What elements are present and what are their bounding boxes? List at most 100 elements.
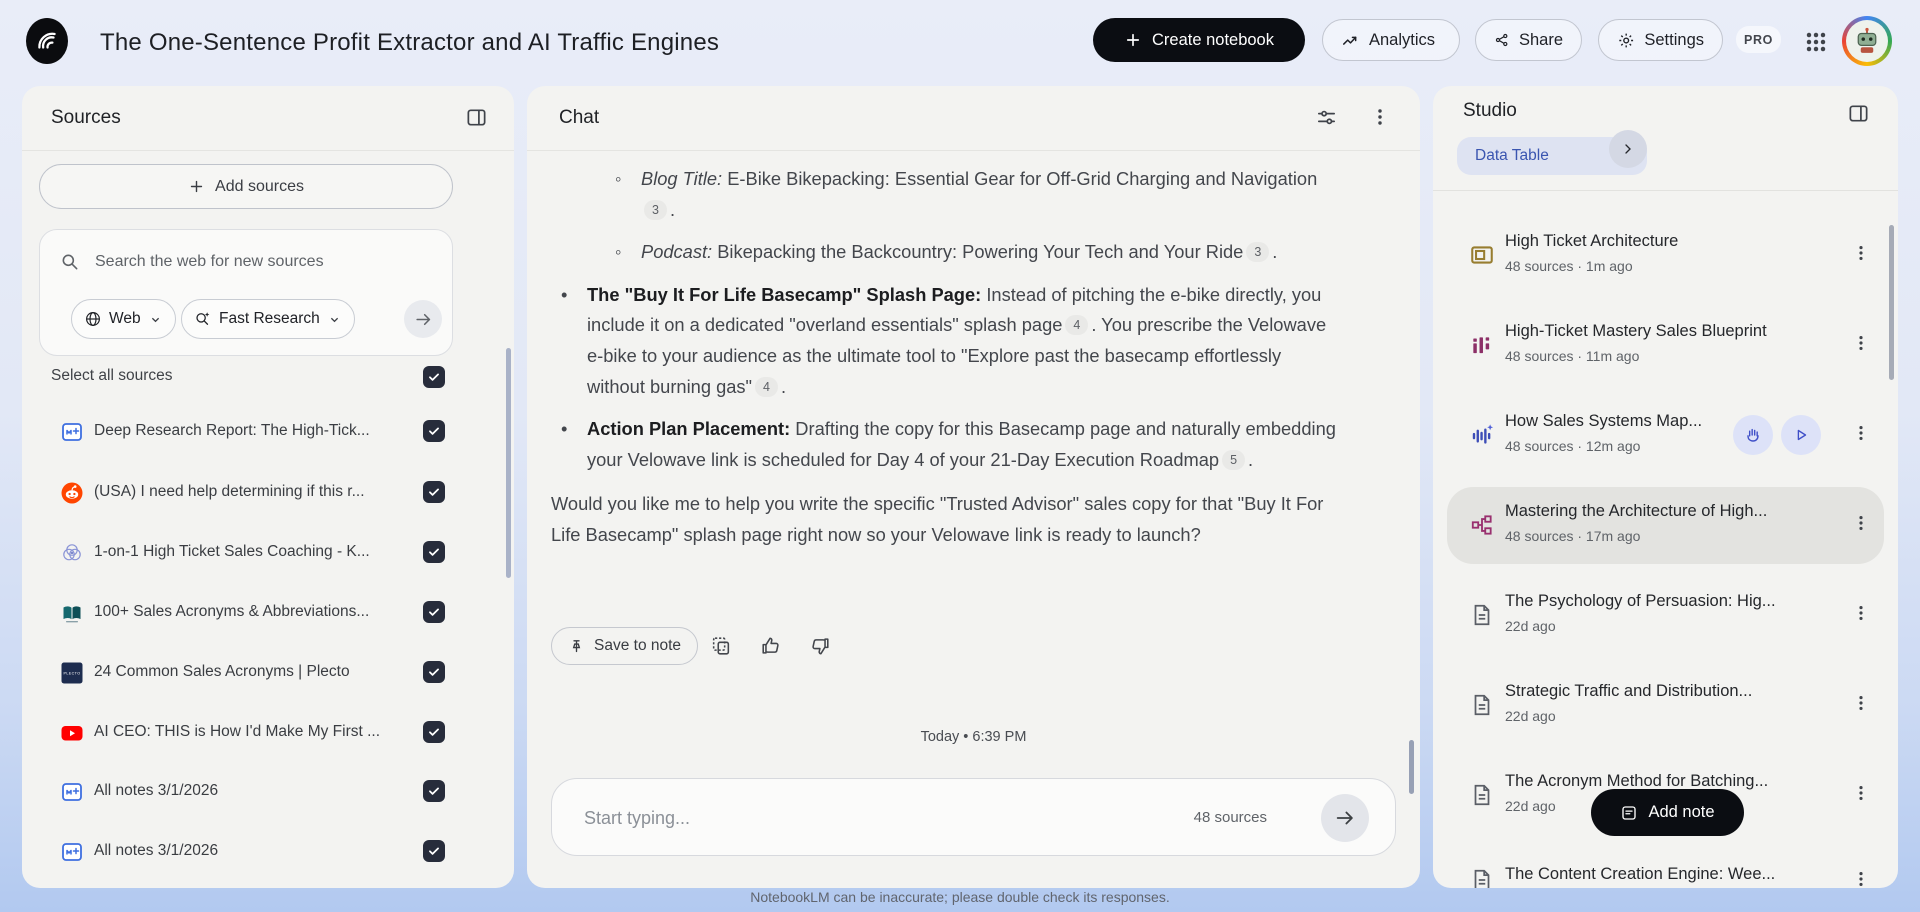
chat-bullet: • Action Plan Placement: Drafting the co… bbox=[561, 414, 1343, 475]
save-to-note-button[interactable]: Save to note bbox=[551, 627, 699, 665]
source-row[interactable]: Deep Research Report: The High-Tick... bbox=[22, 416, 514, 448]
source-checkbox[interactable] bbox=[423, 481, 445, 503]
source-row[interactable]: All notes 3/1/2026 bbox=[22, 836, 514, 868]
chat-bullet: • The "Buy It For Life Basecamp" Splash … bbox=[561, 280, 1343, 402]
send-button[interactable] bbox=[1321, 794, 1369, 842]
item-menu-icon[interactable] bbox=[1851, 693, 1871, 713]
bullet-tail: . bbox=[1248, 448, 1254, 470]
user-avatar[interactable] bbox=[1842, 16, 1892, 66]
chat-settings-icon[interactable] bbox=[1315, 106, 1338, 134]
chat-menu-icon[interactable] bbox=[1369, 106, 1391, 133]
add-note-button[interactable]: Add note bbox=[1591, 789, 1744, 836]
circle-bullet: ◦ bbox=[615, 168, 622, 189]
chat-sub-bullet: ◦ Podcast: Bikepacking the Backcountry: … bbox=[615, 237, 1343, 268]
chat-header: Chat bbox=[527, 86, 1420, 151]
source-row[interactable]: (USA) I need help determining if this r.… bbox=[22, 477, 514, 509]
citation-badge[interactable]: 3 bbox=[644, 199, 667, 220]
source-row[interactable]: 1-on-1 High Ticket Sales Coaching - K... bbox=[22, 537, 514, 569]
item-menu-icon[interactable] bbox=[1851, 513, 1871, 533]
studio-scrollbar[interactable] bbox=[1889, 225, 1894, 380]
studio-item[interactable]: High Ticket Architecture 48 sources · 1m… bbox=[1433, 229, 1898, 281]
interactive-mode-button[interactable] bbox=[1733, 415, 1773, 455]
notebooklm-logo-icon[interactable] bbox=[26, 18, 68, 64]
play-button[interactable] bbox=[1781, 415, 1821, 455]
doc-icon bbox=[1474, 869, 1490, 888]
arrow-right-icon bbox=[415, 313, 430, 325]
citation-badge[interactable]: 5 bbox=[1222, 449, 1246, 470]
sources-panel-title: Sources bbox=[51, 107, 121, 128]
add-sources-button[interactable]: Add sources bbox=[39, 164, 453, 209]
source-checkbox[interactable] bbox=[423, 541, 445, 563]
sources-scrollbar[interactable] bbox=[506, 348, 511, 578]
item-menu-icon[interactable] bbox=[1851, 243, 1871, 263]
research-mode-dropdown[interactable]: Fast Research bbox=[181, 299, 355, 339]
select-all-row: Select all sources bbox=[22, 366, 514, 390]
bullet-lead: Blog Title: bbox=[641, 168, 723, 189]
thumbs-up-icon[interactable] bbox=[760, 635, 782, 662]
sources-count: 48 sources bbox=[1193, 809, 1267, 826]
doc-icon bbox=[1474, 694, 1490, 716]
expand-chip-button[interactable] bbox=[1609, 130, 1647, 168]
source-row[interactable]: 100+ Sales Acronyms & Abbreviations... bbox=[22, 597, 514, 629]
source-row[interactable]: AI CEO: THIS is How I'd Make My First ..… bbox=[22, 717, 514, 749]
chat-scrollbar[interactable] bbox=[1409, 740, 1414, 794]
studio-item-meta: 22d ago bbox=[1505, 798, 1556, 814]
studio-panel-title: Studio bbox=[1463, 100, 1517, 121]
studio-divider bbox=[1433, 190, 1898, 191]
assistant-message: ◦ Blog Title: E-Bike Bikepacking: Essent… bbox=[551, 164, 1343, 551]
studio-item[interactable]: Strategic Traffic and Distribution... 22… bbox=[1433, 679, 1898, 731]
source-title: Deep Research Report: The High-Tick... bbox=[94, 422, 370, 439]
item-menu-icon[interactable] bbox=[1851, 869, 1871, 888]
citation-badge[interactable]: 4 bbox=[755, 376, 778, 397]
web-filter-label: Web bbox=[109, 310, 141, 327]
studio-panel: Studio Data Table High Ticket Architectu… bbox=[1433, 86, 1898, 888]
source-row[interactable]: All notes 3/1/2026 bbox=[22, 776, 514, 808]
globe-icon bbox=[86, 312, 100, 326]
collapse-sources-icon[interactable] bbox=[465, 106, 488, 134]
item-menu-icon[interactable] bbox=[1851, 423, 1871, 443]
item-menu-icon[interactable] bbox=[1851, 783, 1871, 803]
source-checkbox[interactable] bbox=[423, 661, 445, 683]
citation-badge[interactable]: 4 bbox=[1065, 315, 1089, 336]
source-row[interactable]: PLECTO 24 Common Sales Acronyms | Plecto bbox=[22, 657, 514, 689]
settings-button[interactable]: Settings bbox=[1598, 19, 1723, 61]
studio-item-title: High Ticket Architecture bbox=[1505, 232, 1679, 250]
studio-item-meta: 22d ago bbox=[1505, 708, 1556, 724]
select-all-checkbox[interactable] bbox=[423, 366, 445, 388]
citation-badge[interactable]: 3 bbox=[1246, 242, 1270, 263]
source-checkbox[interactable] bbox=[423, 840, 445, 862]
analytics-button[interactable]: Analytics bbox=[1322, 19, 1460, 61]
studio-item[interactable]: The Psychology of Persuasion: Hig... 22d… bbox=[1433, 589, 1898, 641]
create-notebook-button[interactable]: Create notebook bbox=[1093, 18, 1305, 62]
apps-grid-icon[interactable] bbox=[1802, 28, 1830, 56]
search-submit-button[interactable] bbox=[404, 300, 442, 338]
source-checkbox[interactable] bbox=[423, 721, 445, 743]
closing-paragraph: Would you like me to help you write the … bbox=[551, 493, 1324, 545]
disclaimer-text: NotebookLM can be inaccurate; please dou… bbox=[750, 889, 1170, 905]
venn-icon bbox=[63, 544, 81, 561]
disc-bullet: • bbox=[561, 418, 568, 440]
avatar-robot-image bbox=[1846, 20, 1888, 62]
web-filter-dropdown[interactable]: Web bbox=[71, 299, 176, 339]
studio-item[interactable]: High-Ticket Mastery Sales Blueprint 48 s… bbox=[1433, 319, 1898, 371]
source-checkbox[interactable] bbox=[423, 420, 445, 442]
notebook-title[interactable]: The One-Sentence Profit Extractor and AI… bbox=[100, 29, 719, 57]
studio-item[interactable]: How Sales Systems Map... 48 sources · 12… bbox=[1433, 409, 1898, 461]
web-search-input[interactable]: Search the web for new sources bbox=[95, 253, 324, 271]
collapse-studio-icon[interactable] bbox=[1847, 102, 1870, 130]
web-search-card: Search the web for new sources Web Fast … bbox=[39, 229, 453, 356]
source-checkbox[interactable] bbox=[423, 601, 445, 623]
item-menu-icon[interactable] bbox=[1851, 603, 1871, 623]
chat-input[interactable] bbox=[582, 779, 1086, 857]
studio-item-meta: 22d ago bbox=[1505, 618, 1556, 634]
reddit-icon bbox=[61, 482, 83, 504]
source-title: (USA) I need help determining if this r.… bbox=[94, 483, 365, 500]
thumbs-down-icon[interactable] bbox=[809, 635, 831, 662]
studio-item-selected[interactable]: Mastering the Architecture of High... 48… bbox=[1433, 499, 1898, 551]
studio-item[interactable]: The Content Creation Engine: Wee... bbox=[1433, 859, 1898, 888]
source-checkbox[interactable] bbox=[423, 780, 445, 802]
item-menu-icon[interactable] bbox=[1851, 333, 1871, 353]
copy-icon[interactable] bbox=[710, 635, 732, 662]
bullet-text: E-Bike Bikepacking: Essential Gear for O… bbox=[727, 168, 1318, 189]
share-button[interactable]: Share bbox=[1475, 19, 1582, 61]
